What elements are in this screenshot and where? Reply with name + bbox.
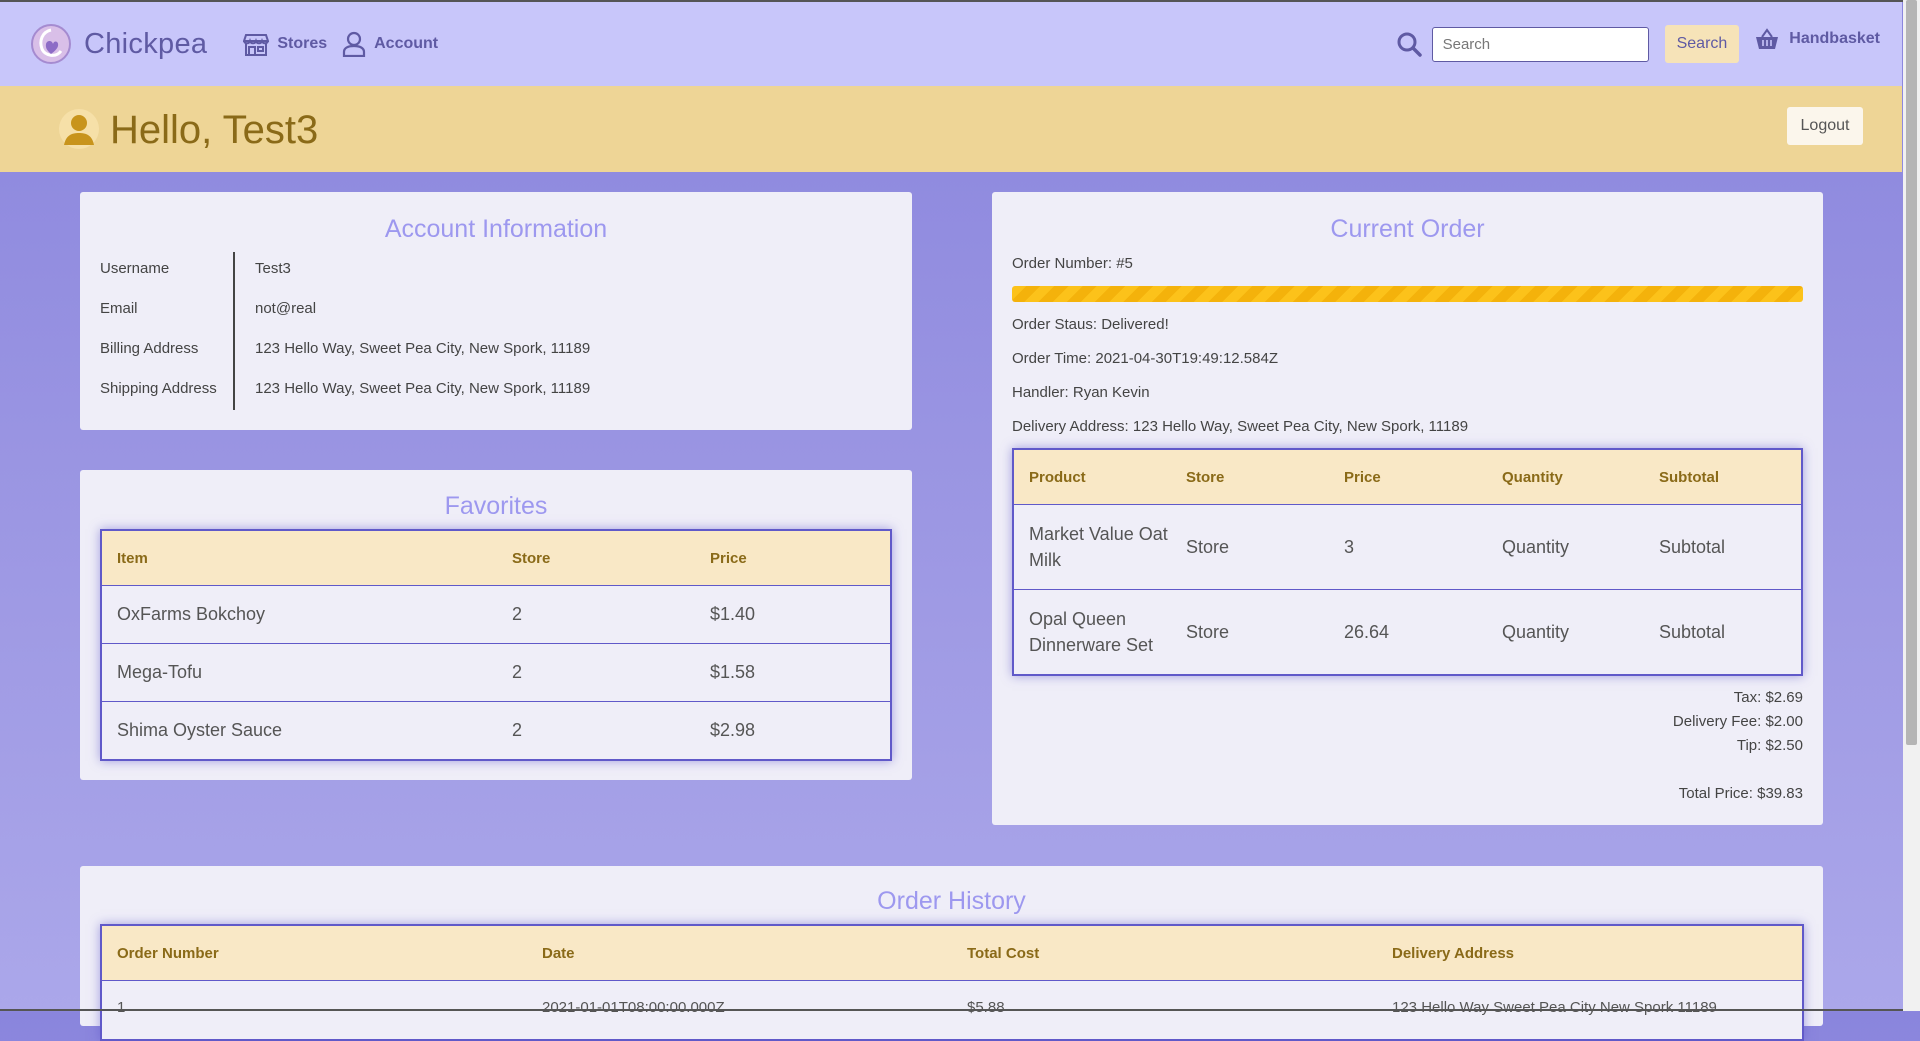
order-quantity: Quantity — [1487, 589, 1644, 674]
account-value: 123 Hello Way, Sweet Pea City, New Spork… — [255, 379, 591, 397]
navbar: Chickpea Stores Account Search Search Ha… — [0, 2, 1902, 86]
order-status: Order Staus: Delivered! — [1012, 316, 1169, 333]
column-header: Subtotal — [1644, 450, 1801, 505]
store-icon — [243, 34, 270, 56]
chickpea-logo-icon — [31, 24, 71, 64]
nav-stores-link[interactable]: Stores — [243, 31, 327, 57]
favorite-item: OxFarms Bokchoy — [102, 585, 497, 644]
table-row[interactable]: Market Value Oat Milk Store 3 Quantity S… — [1014, 504, 1801, 590]
favorite-price: $1.40 — [695, 585, 890, 644]
order-tax: Tax: $2.69 — [1733, 689, 1803, 706]
order-time: Order Time: 2021-04-30T19:49:12.584Z — [1012, 350, 1278, 367]
table-row[interactable]: Mega-Tofu 2 $1.58 — [102, 643, 890, 702]
account-label: Email — [100, 299, 138, 317]
order-price: 3 — [1329, 504, 1487, 590]
account-information-title: Account Information — [384, 215, 608, 243]
user-avatar-icon — [59, 109, 99, 149]
account-row-email: Email not@real — [100, 288, 590, 328]
account-row-username: Username Test3 — [100, 248, 590, 288]
account-label: Shipping Address — [100, 379, 217, 397]
handbasket-link[interactable]: Handbasket — [1755, 27, 1880, 51]
order-total-price: Total Price: $39.83 — [1678, 785, 1803, 802]
order-history-table-container: Order Number Date Total Cost Delivery Ad… — [100, 924, 1804, 1041]
order-tip: Tip: $2.50 — [1736, 737, 1803, 754]
order-items-table: Product Store Price Quantity Subtotal Ma… — [1014, 450, 1801, 674]
column-header: Price — [695, 531, 890, 586]
favorites-title: Favorites — [444, 492, 548, 520]
user-icon — [343, 31, 366, 57]
brand[interactable]: Chickpea — [30, 23, 207, 65]
column-header: Product — [1014, 450, 1171, 505]
order-history-title: Order History — [877, 887, 1026, 915]
handbasket-label: Handbasket — [1789, 30, 1880, 47]
column-header: Store — [1171, 450, 1329, 505]
favorites-header-row: Item Store Price — [102, 531, 890, 586]
column-header: Quantity — [1487, 450, 1644, 505]
nav-account-label: Account — [374, 35, 439, 52]
logout-button[interactable]: Logout — [1787, 107, 1863, 145]
order-history-card: Order History Order Number Date Total Co… — [80, 866, 1823, 1041]
favorite-item: Shima Oyster Sauce — [102, 701, 497, 759]
order-progress-bar — [1012, 286, 1803, 302]
table-row[interactable]: OxFarms Bokchoy 2 $1.40 — [102, 585, 890, 644]
current-order-title: Current Order — [1330, 215, 1485, 243]
order-product: Market Value Oat Milk — [1014, 504, 1171, 590]
column-header: Date — [527, 926, 952, 981]
history-header-row: Order Number Date Total Cost Delivery Ad… — [102, 926, 1802, 981]
account-row-billing-address: Billing Address 123 Hello Way, Sweet Pea… — [100, 328, 590, 368]
order-number: Order Number: #5 — [1012, 255, 1133, 272]
nav-account-link[interactable]: Account — [342, 31, 438, 57]
order-subtotal: Subtotal — [1644, 504, 1801, 590]
order-delivery-fee: Delivery Fee: $2.00 — [1672, 713, 1803, 730]
favorites-card: Favorites Item Store Price OxFarms Bokch… — [80, 470, 912, 780]
account-value: Test3 — [255, 259, 291, 277]
order-header-row: Product Store Price Quantity Subtotal — [1014, 450, 1801, 505]
order-handler: Handler: Ryan Kevin — [1012, 384, 1150, 401]
favorites-table: Item Store Price OxFarms Bokchoy 2 $1.40… — [102, 531, 890, 759]
scrollbar-thumb[interactable] — [1906, 0, 1917, 745]
account-value: not@real — [255, 299, 317, 317]
favorites-table-container: Item Store Price OxFarms Bokchoy 2 $1.40… — [100, 529, 892, 761]
order-product: Opal Queen Dinnerware Set — [1014, 589, 1171, 674]
account-fields: Username Test3 Email not@real Billing Ad… — [100, 248, 590, 408]
column-header: Order Number — [102, 926, 527, 981]
greeting-bar: Hello, Test3 Logout — [0, 86, 1902, 172]
search-icon[interactable] — [1396, 31, 1422, 57]
order-history-table: Order Number Date Total Cost Delivery Ad… — [102, 926, 1802, 1039]
order-price: 26.64 — [1329, 589, 1487, 674]
favorite-store: 2 — [497, 643, 695, 702]
account-value: 123 Hello Way, Sweet Pea City, New Spork… — [255, 339, 591, 357]
favorite-store: 2 — [497, 701, 695, 759]
account-label: Billing Address — [100, 339, 199, 357]
order-delivery-address: Delivery Address: 123 Hello Way, Sweet P… — [1012, 418, 1469, 435]
column-header: Total Cost — [952, 926, 1377, 981]
account-row-shipping-address: Shipping Address 123 Hello Way, Sweet Pe… — [100, 368, 590, 408]
order-quantity: Quantity — [1487, 504, 1644, 590]
table-row[interactable]: Shima Oyster Sauce 2 $2.98 — [102, 701, 890, 759]
account-label: Username — [100, 259, 170, 277]
column-header: Delivery Address — [1377, 926, 1802, 981]
nav-right: Search Handbasket — [1396, 2, 1880, 86]
order-store: Store — [1171, 504, 1329, 590]
favorite-price: $1.58 — [695, 643, 890, 702]
brand-name: Chickpea — [84, 27, 208, 60]
current-order-card: Current Order Order Number: #5 Order Sta… — [992, 192, 1823, 825]
favorite-price: $2.98 — [695, 701, 890, 759]
favorite-item: Mega-Tofu — [102, 643, 497, 702]
basket-icon — [1756, 28, 1779, 49]
account-information-card: Account Information Username Test3 Email… — [80, 192, 912, 430]
search-input[interactable] — [1431, 26, 1649, 62]
column-header: Item — [102, 531, 497, 586]
nav-stores-label: Stores — [277, 35, 328, 52]
order-subtotal: Subtotal — [1644, 589, 1801, 674]
table-row[interactable]: Opal Queen Dinnerware Set Store 26.64 Qu… — [1014, 589, 1801, 674]
column-header: Price — [1329, 450, 1487, 505]
order-items-table-container: Product Store Price Quantity Subtotal Ma… — [1012, 448, 1803, 676]
search-button[interactable]: Search — [1664, 25, 1740, 63]
favorite-store: 2 — [497, 585, 695, 644]
order-store: Store — [1171, 589, 1329, 674]
greeting-text: Hello, Test3 — [110, 108, 319, 152]
column-header: Store — [497, 531, 695, 586]
